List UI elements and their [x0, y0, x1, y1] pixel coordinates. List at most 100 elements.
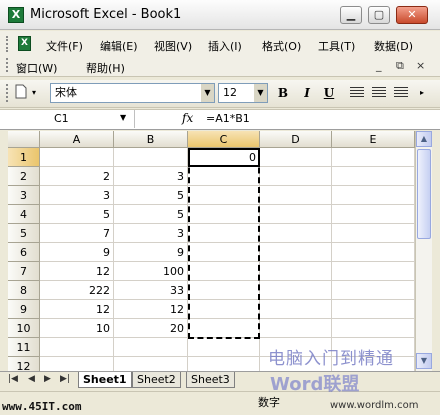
- cell-d3[interactable]: [260, 186, 332, 205]
- menu-help[interactable]: 帮助(H): [84, 58, 127, 78]
- last-sheet-icon[interactable]: ▶|: [60, 374, 70, 384]
- tab-sheet3[interactable]: Sheet3: [186, 372, 235, 388]
- toolbar-options-icon[interactable]: ▸: [416, 84, 428, 102]
- cell-d7[interactable]: [260, 262, 332, 281]
- align-right-icon[interactable]: [394, 87, 408, 99]
- cell-b6[interactable]: 9: [114, 243, 188, 262]
- italic-button[interactable]: I: [298, 84, 316, 102]
- menu-window[interactable]: 窗口(W): [14, 58, 59, 78]
- align-left-icon[interactable]: [350, 87, 364, 99]
- column-header-b[interactable]: B: [114, 131, 188, 148]
- cell-d1[interactable]: [260, 148, 332, 167]
- column-header-c[interactable]: C: [188, 131, 260, 148]
- cell-c12[interactable]: [188, 357, 260, 371]
- column-header-d[interactable]: D: [260, 131, 332, 148]
- cell-b12[interactable]: [114, 357, 188, 371]
- cell-d9[interactable]: [260, 300, 332, 319]
- menu-edit[interactable]: 编辑(E): [98, 36, 140, 56]
- cell-c4[interactable]: [188, 205, 260, 224]
- maximize-button[interactable]: ▢: [368, 6, 390, 24]
- cell-c6[interactable]: [188, 243, 260, 262]
- row-header[interactable]: 6: [8, 243, 40, 262]
- first-sheet-icon[interactable]: |◀: [8, 374, 18, 384]
- chevron-down-icon[interactable]: ▼: [201, 84, 214, 102]
- underline-button[interactable]: U: [320, 84, 338, 102]
- toolbar-overflow-icon[interactable]: ▾: [30, 84, 38, 102]
- cell-d10[interactable]: [260, 319, 332, 338]
- formula-input[interactable]: =A1*B1: [206, 112, 250, 125]
- cell-d8[interactable]: [260, 281, 332, 300]
- scroll-up-icon[interactable]: ▲: [416, 131, 432, 147]
- cell-c8[interactable]: [188, 281, 260, 300]
- cell-e1[interactable]: [332, 148, 415, 167]
- name-box[interactable]: C1: [8, 110, 135, 128]
- cell-a3[interactable]: 3: [40, 186, 114, 205]
- cell-b3[interactable]: 5: [114, 186, 188, 205]
- cell-a11[interactable]: [40, 338, 114, 357]
- cell-e9[interactable]: [332, 300, 415, 319]
- font-size-select[interactable]: 12 ▼: [218, 83, 268, 103]
- cell-b1[interactable]: [114, 148, 188, 167]
- row-header[interactable]: 8: [8, 281, 40, 300]
- menu-tools[interactable]: 工具(T): [316, 36, 357, 56]
- row-header[interactable]: 12: [8, 357, 40, 371]
- cell-c2[interactable]: [188, 167, 260, 186]
- cell-a2[interactable]: 2: [40, 167, 114, 186]
- cell-a12[interactable]: [40, 357, 114, 371]
- cell-d4[interactable]: [260, 205, 332, 224]
- chevron-down-icon[interactable]: ▼: [254, 84, 267, 102]
- cell-e7[interactable]: [332, 262, 415, 281]
- new-document-icon[interactable]: [14, 84, 28, 102]
- bold-button[interactable]: B: [274, 84, 292, 102]
- cell-e4[interactable]: [332, 205, 415, 224]
- cell-c5[interactable]: [188, 224, 260, 243]
- row-header[interactable]: 3: [8, 186, 40, 205]
- cell-b11[interactable]: [114, 338, 188, 357]
- cell-c10[interactable]: [188, 319, 260, 338]
- insert-function-icon[interactable]: fx: [182, 111, 193, 125]
- cell-e10[interactable]: [332, 319, 415, 338]
- cell-a8[interactable]: 222: [40, 281, 114, 300]
- cell-b9[interactable]: 12: [114, 300, 188, 319]
- row-header[interactable]: 5: [8, 224, 40, 243]
- menu-grip[interactable]: [6, 58, 9, 72]
- scroll-down-icon[interactable]: ▼: [416, 353, 432, 369]
- close-button[interactable]: ✕: [396, 6, 428, 24]
- row-header[interactable]: 9: [8, 300, 40, 319]
- excel-app-icon[interactable]: X: [8, 7, 24, 23]
- menu-insert[interactable]: 插入(I): [206, 36, 244, 56]
- prev-sheet-icon[interactable]: ◀: [28, 374, 35, 384]
- cell-c3[interactable]: [188, 186, 260, 205]
- cell-e3[interactable]: [332, 186, 415, 205]
- toolbar-grip[interactable]: [6, 84, 9, 102]
- cell-c9[interactable]: [188, 300, 260, 319]
- row-header[interactable]: 2: [8, 167, 40, 186]
- cell-a5[interactable]: 7: [40, 224, 114, 243]
- cell-e2[interactable]: [332, 167, 415, 186]
- minimize-button[interactable]: ▁: [340, 6, 362, 24]
- document-icon[interactable]: X: [18, 36, 31, 51]
- cell-e8[interactable]: [332, 281, 415, 300]
- row-header[interactable]: 7: [8, 262, 40, 281]
- chevron-down-icon[interactable]: ▼: [120, 113, 126, 122]
- cell-b10[interactable]: 20: [114, 319, 188, 338]
- font-name-select[interactable]: 宋体 ▼: [50, 83, 215, 103]
- menu-format[interactable]: 格式(O): [260, 36, 303, 56]
- tab-sheet2[interactable]: Sheet2: [132, 372, 181, 388]
- cell-c11[interactable]: [188, 338, 260, 357]
- select-all-corner[interactable]: [8, 131, 40, 148]
- cell-a1[interactable]: [40, 148, 114, 167]
- row-header[interactable]: 11: [8, 338, 40, 357]
- cell-b4[interactable]: 5: [114, 205, 188, 224]
- cell-a9[interactable]: 12: [40, 300, 114, 319]
- doc-restore-icon[interactable]: ⧉: [396, 59, 404, 73]
- cell-d2[interactable]: [260, 167, 332, 186]
- scroll-thumb[interactable]: [417, 149, 431, 239]
- menu-data[interactable]: 数据(D): [372, 36, 415, 56]
- next-sheet-icon[interactable]: ▶: [44, 374, 51, 384]
- menu-file[interactable]: 文件(F): [44, 36, 85, 56]
- cell-a6[interactable]: 9: [40, 243, 114, 262]
- column-header-a[interactable]: A: [40, 131, 114, 148]
- cell-b2[interactable]: 3: [114, 167, 188, 186]
- cell-e6[interactable]: [332, 243, 415, 262]
